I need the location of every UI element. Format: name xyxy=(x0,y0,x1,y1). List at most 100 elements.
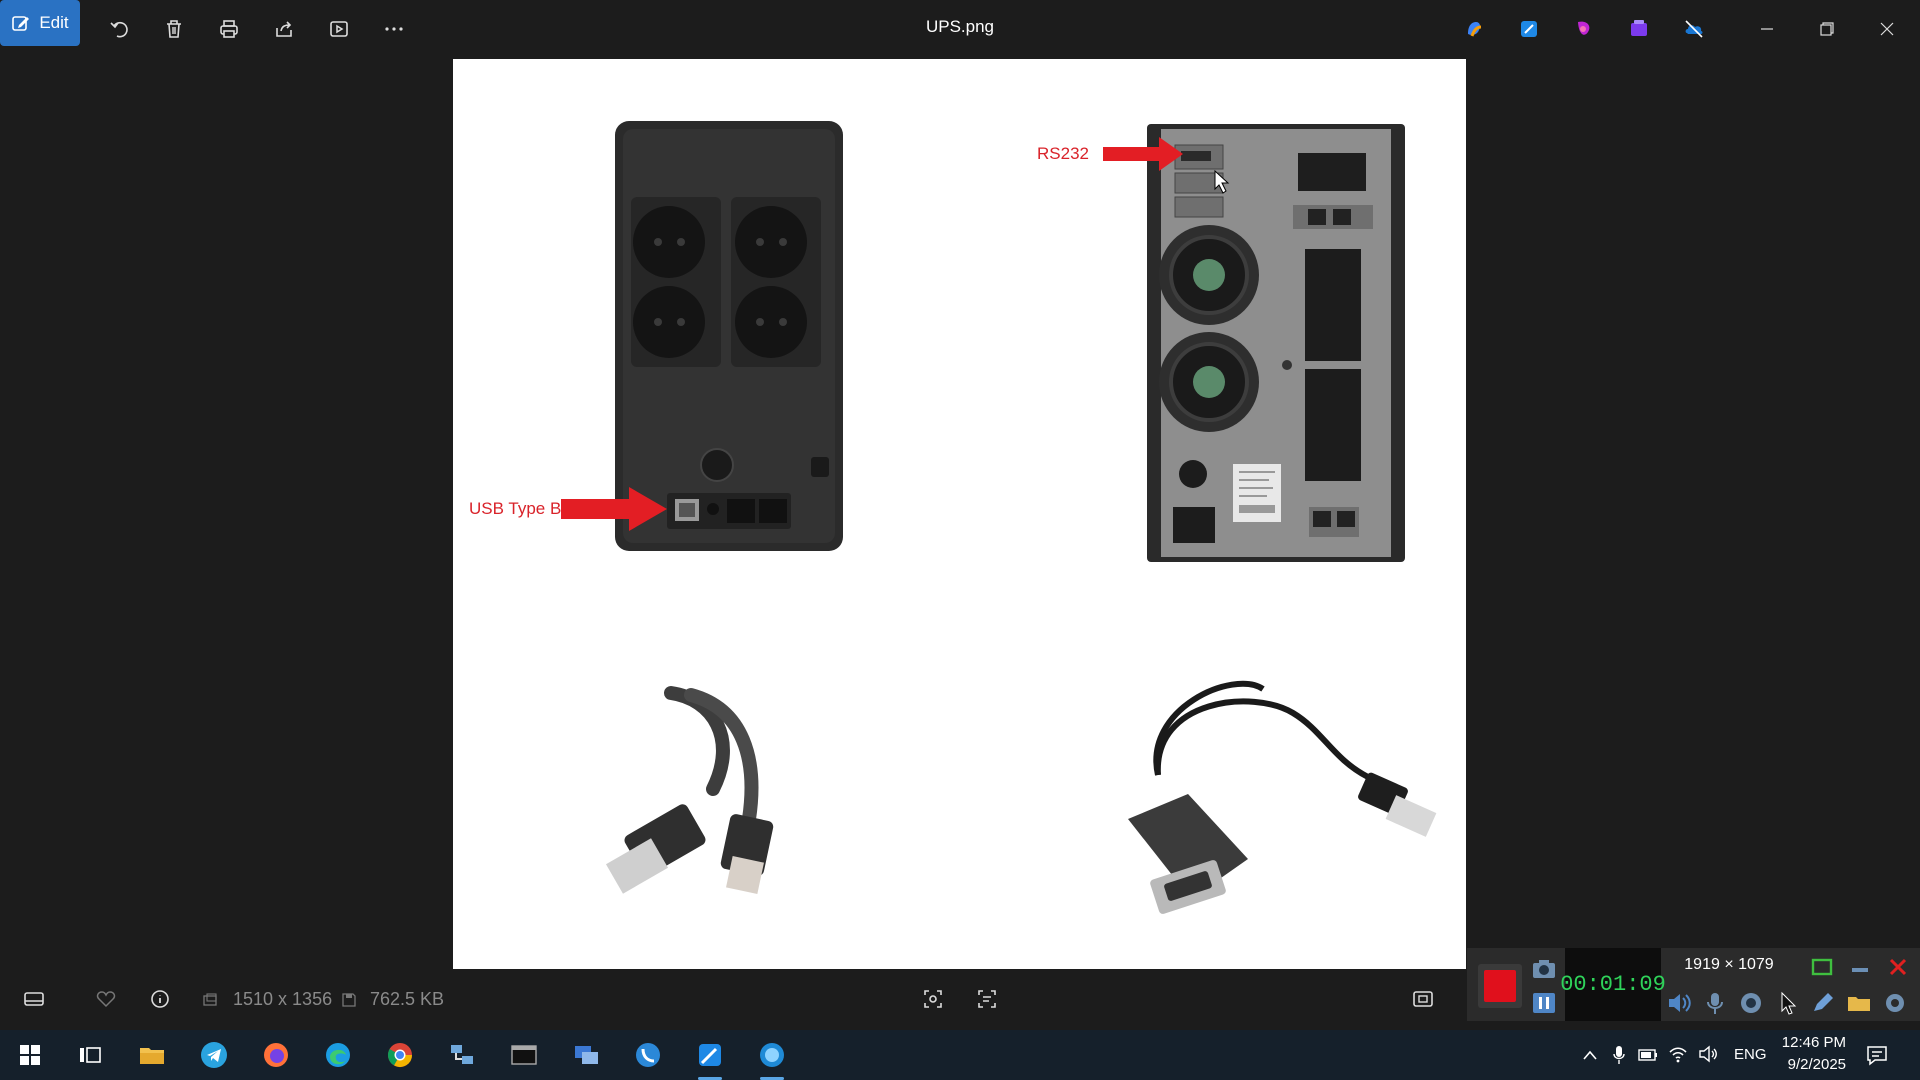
edit-button[interactable]: Edit xyxy=(0,0,80,46)
edge-app[interactable] xyxy=(318,1038,358,1072)
file-info-button[interactable] xyxy=(136,976,184,1022)
top-toolbar: Edit UPS.png xyxy=(0,0,1920,58)
microphone-icon[interactable] xyxy=(1612,1045,1626,1065)
scan-text-button[interactable] xyxy=(963,976,1011,1022)
favorite-button[interactable] xyxy=(82,976,130,1022)
print-button[interactable] xyxy=(205,6,253,52)
copilot-button[interactable] xyxy=(1450,6,1498,52)
terminal-app[interactable] xyxy=(504,1038,544,1072)
designer-icon xyxy=(1521,21,1537,37)
settings-gear-icon[interactable] xyxy=(1881,990,1909,1016)
screenshot-button[interactable] xyxy=(1527,954,1561,984)
visual-search-icon xyxy=(924,990,942,1008)
close-button[interactable] xyxy=(1860,6,1914,52)
network-app[interactable] xyxy=(442,1038,482,1072)
telegram-app[interactable] xyxy=(194,1038,234,1072)
printer-icon xyxy=(220,20,238,38)
minimize-button[interactable] xyxy=(1740,6,1794,52)
draw-pencil-icon[interactable] xyxy=(1809,990,1837,1016)
close-icon xyxy=(1880,22,1894,36)
play-icon xyxy=(330,21,348,37)
wifi-icon[interactable] xyxy=(1668,1044,1688,1064)
scan-text-icon xyxy=(978,990,996,1008)
region-button[interactable] xyxy=(1807,954,1837,980)
more-icon xyxy=(385,27,403,31)
restore-button[interactable] xyxy=(1800,6,1854,52)
input-language[interactable]: ENG xyxy=(1734,1046,1767,1063)
task-view-icon xyxy=(80,1047,101,1063)
clock-date[interactable]: 9/2/2025 xyxy=(1778,1056,1846,1073)
browser-icon xyxy=(760,1043,784,1067)
photos-icon xyxy=(699,1044,721,1066)
camera-icon xyxy=(1533,960,1555,978)
more-options-button[interactable] xyxy=(370,6,418,52)
copilot-icon xyxy=(1468,22,1482,37)
file-size-icon xyxy=(342,993,356,1007)
remote-desktop-app[interactable] xyxy=(566,1038,606,1072)
close-icon xyxy=(1889,958,1907,976)
share-button[interactable] xyxy=(260,6,308,52)
heart-icon xyxy=(96,991,116,1008)
fit-to-window-button[interactable] xyxy=(1399,976,1447,1022)
small-ups-picture xyxy=(615,121,843,551)
speaker-icon[interactable] xyxy=(1665,990,1693,1016)
phone-app[interactable] xyxy=(628,1038,668,1072)
taskbar: ENG 12:46 PM 9/2/2025 xyxy=(0,1030,1920,1080)
pause-icon xyxy=(1533,993,1555,1013)
microphone-icon[interactable] xyxy=(1701,990,1729,1016)
image-dimensions: 1510 x 1356 xyxy=(233,989,333,1009)
share-icon xyxy=(276,21,292,37)
paint-button[interactable] xyxy=(1560,6,1608,52)
photos-app[interactable] xyxy=(690,1038,730,1080)
image-canvas[interactable]: RS232 USB Type B xyxy=(453,59,1466,969)
firefox-app[interactable] xyxy=(256,1038,296,1072)
cursor-icon[interactable] xyxy=(1773,990,1801,1016)
volume-icon[interactable] xyxy=(1698,1044,1718,1064)
firefox-icon xyxy=(264,1043,288,1067)
recording-resolution: 1919 × 1079 xyxy=(1684,956,1774,973)
filmstrip-button[interactable] xyxy=(10,976,58,1022)
stop-record-button[interactable] xyxy=(1478,964,1522,1008)
pause-button[interactable] xyxy=(1527,988,1561,1018)
chrome-app[interactable] xyxy=(380,1038,420,1072)
onedrive-off-icon xyxy=(1685,20,1703,38)
terminal-icon xyxy=(511,1045,537,1065)
info-icon xyxy=(151,990,169,1008)
recorder-close-button[interactable] xyxy=(1883,954,1913,980)
visual-search-button[interactable] xyxy=(909,976,957,1022)
stop-icon xyxy=(1484,970,1516,1002)
start-button[interactable] xyxy=(10,1038,50,1072)
minimize-icon xyxy=(1761,28,1773,30)
task-view-button[interactable] xyxy=(70,1038,110,1072)
file-explorer-app[interactable] xyxy=(132,1038,172,1072)
dimensions-icon xyxy=(203,993,217,1006)
chevron-up-icon xyxy=(1583,1050,1597,1060)
fit-window-icon xyxy=(1413,991,1433,1007)
show-hidden-icons-button[interactable] xyxy=(1570,1038,1610,1072)
restore-icon xyxy=(1820,22,1834,36)
folder-icon[interactable] xyxy=(1845,990,1873,1016)
slideshow-button[interactable] xyxy=(315,6,363,52)
rotate-button[interactable] xyxy=(95,6,143,52)
clipchamp-button[interactable] xyxy=(1615,6,1663,52)
trash-icon xyxy=(167,20,181,38)
clock-time[interactable]: 12:46 PM xyxy=(1778,1034,1846,1051)
battery-icon[interactable] xyxy=(1638,1048,1658,1062)
onedrive-button[interactable] xyxy=(1670,6,1718,52)
recorder-minimize-button[interactable] xyxy=(1845,954,1875,980)
windows-logo-icon xyxy=(20,1045,40,1065)
file-size: 762.5 KB xyxy=(370,989,445,1009)
designer-button[interactable] xyxy=(1505,6,1553,52)
edit-image-icon xyxy=(12,16,30,31)
rotate-icon xyxy=(110,21,128,38)
ups-image xyxy=(561,121,1437,914)
usb-a-to-b-cable-picture xyxy=(605,686,774,894)
browser-app[interactable] xyxy=(752,1038,792,1080)
recording-timer: 00:01:09 xyxy=(1560,948,1666,1021)
webcam-icon[interactable] xyxy=(1737,990,1765,1016)
rs232-label: RS232 xyxy=(1037,144,1089,163)
window-title: UPS.png xyxy=(925,17,995,36)
edge-icon xyxy=(326,1043,350,1067)
delete-button[interactable] xyxy=(150,6,198,52)
notifications-icon[interactable] xyxy=(1866,1044,1888,1066)
